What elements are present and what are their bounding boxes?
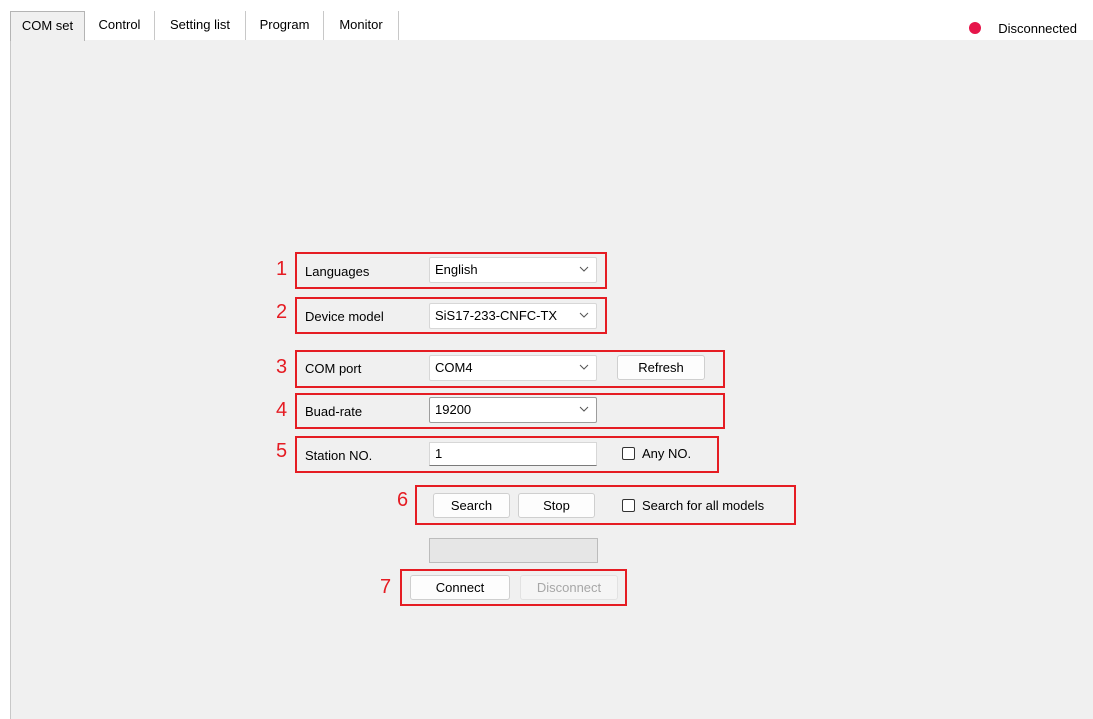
checkbox-icon xyxy=(622,447,635,460)
tab-monitor[interactable]: Monitor xyxy=(324,11,399,40)
com-port-select[interactable]: COM4 xyxy=(429,355,597,381)
connect-button[interactable]: Connect xyxy=(410,575,510,600)
search-all-models-label: Search for all models xyxy=(642,498,765,513)
languages-value: English xyxy=(435,262,478,277)
tab-program[interactable]: Program xyxy=(246,11,324,40)
languages-label: Languages xyxy=(305,264,370,279)
tab-com-set[interactable]: COM set xyxy=(10,11,85,41)
callout-number-6: 6 xyxy=(397,489,409,511)
baud-rate-select[interactable]: 19200 xyxy=(429,397,597,423)
callout-number-7: 7 xyxy=(380,576,392,598)
baud-rate-value: 19200 xyxy=(435,402,472,417)
status-text: Disconnected xyxy=(998,20,1077,36)
chevron-down-icon xyxy=(579,406,589,412)
station-no-input[interactable]: 1 xyxy=(429,442,597,466)
device-model-select[interactable]: SiS17-233-CNFC-TX xyxy=(429,303,597,329)
callout-number-2: 2 xyxy=(276,301,288,323)
station-no-value: 1 xyxy=(435,446,443,461)
chevron-down-icon xyxy=(579,266,589,272)
callout-number-1: 1 xyxy=(276,258,288,280)
languages-select[interactable]: English xyxy=(429,257,597,283)
baud-rate-label: Buad-rate xyxy=(305,404,363,419)
any-no-label: Any NO. xyxy=(642,446,692,461)
any-no-checkbox[interactable]: Any NO. xyxy=(622,446,691,461)
disconnect-button[interactable]: Disconnect xyxy=(520,575,618,600)
connection-status: Disconnected xyxy=(969,18,1077,38)
device-model-value: SiS17-233-CNFC-TX xyxy=(435,308,558,323)
com-port-value: COM4 xyxy=(435,360,473,375)
station-no-label: Station NO. xyxy=(305,448,373,463)
search-all-models-checkbox[interactable]: Search for all models xyxy=(622,498,764,513)
stop-button[interactable]: Stop xyxy=(518,493,595,518)
device-model-label: Device model xyxy=(305,309,384,324)
search-button[interactable]: Search xyxy=(433,493,510,518)
chevron-down-icon xyxy=(579,364,589,370)
callout-number-5: 5 xyxy=(276,440,288,462)
com-port-label: COM port xyxy=(305,361,362,376)
status-indicator-icon xyxy=(969,22,982,34)
checkbox-icon xyxy=(622,499,635,512)
tab-setting-list[interactable]: Setting list xyxy=(155,11,246,40)
callout-number-4: 4 xyxy=(276,399,288,421)
chevron-down-icon xyxy=(579,312,589,318)
search-progress-bar xyxy=(429,538,598,563)
tab-control[interactable]: Control xyxy=(85,11,155,40)
refresh-button[interactable]: Refresh xyxy=(617,355,705,380)
callout-number-3: 3 xyxy=(276,356,288,378)
